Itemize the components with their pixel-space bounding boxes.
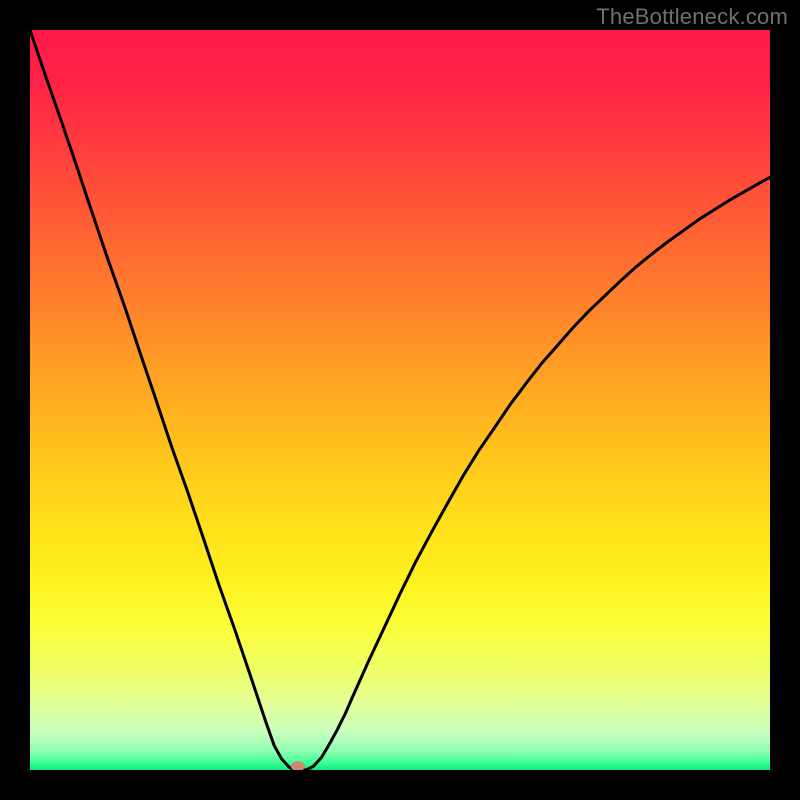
watermark-text: TheBottleneck.com [596,4,788,30]
chart-background [30,30,770,770]
chart-frame: TheBottleneck.com [0,0,800,800]
